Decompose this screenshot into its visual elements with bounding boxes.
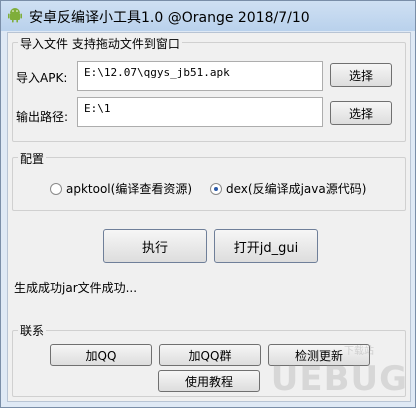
execute-button[interactable]: 执行 [103, 229, 207, 263]
radio-apktool[interactable]: apktool(编译查看资源) [50, 180, 192, 197]
import-group-title: 导入文件 支持拖动文件到窗口 [18, 35, 182, 52]
apk-path-input[interactable]: E:\12.07\qgys_jb51.apk [77, 61, 323, 91]
output-path-input[interactable]: E:\1 [77, 97, 323, 127]
android-icon [8, 8, 22, 23]
app-window: 安卓反编译小工具1.0 @Orange 2018/7/10 导入文件 支持拖动文… [0, 0, 416, 408]
watermark-logo: UEBUG [270, 359, 408, 399]
status-text: 生成成功jar文件成功... [14, 281, 138, 295]
add-qq-button[interactable]: 加QQ [50, 344, 152, 366]
window-title: 安卓反编译小工具1.0 @Orange 2018/7/10 [29, 10, 310, 26]
radio-apktool-circle [50, 182, 62, 195]
apk-label: 导入APK: [16, 71, 68, 85]
radio-dex[interactable]: dex(反编译成java源代码) [210, 180, 366, 197]
tutorial-button[interactable]: 使用教程 [158, 370, 260, 392]
radio-dex-label: dex(反编译成java源代码) [226, 182, 367, 196]
output-label: 输出路径: [16, 110, 69, 124]
config-group-title: 配置 [18, 150, 47, 167]
import-group [12, 42, 406, 142]
select-apk-button[interactable]: 选择 [330, 63, 392, 87]
add-qq-group-button[interactable]: 加QQ群 [159, 344, 261, 366]
radio-apktool-label: apktool(编译查看资源) [66, 182, 193, 196]
contact-group-title: 联系 [18, 322, 47, 339]
radio-dex-circle [210, 182, 222, 195]
select-output-button[interactable]: 选择 [330, 101, 392, 125]
title-bar[interactable]: 安卓反编译小工具1.0 @Orange 2018/7/10 [1, 1, 415, 31]
client-area: 导入文件 支持拖动文件到窗口 导入APK: E:\12.07\qgys_jb51… [7, 32, 411, 402]
watermark-small: 下载站 [344, 346, 374, 357]
open-jdgui-button[interactable]: 打开jd_gui [214, 229, 318, 263]
